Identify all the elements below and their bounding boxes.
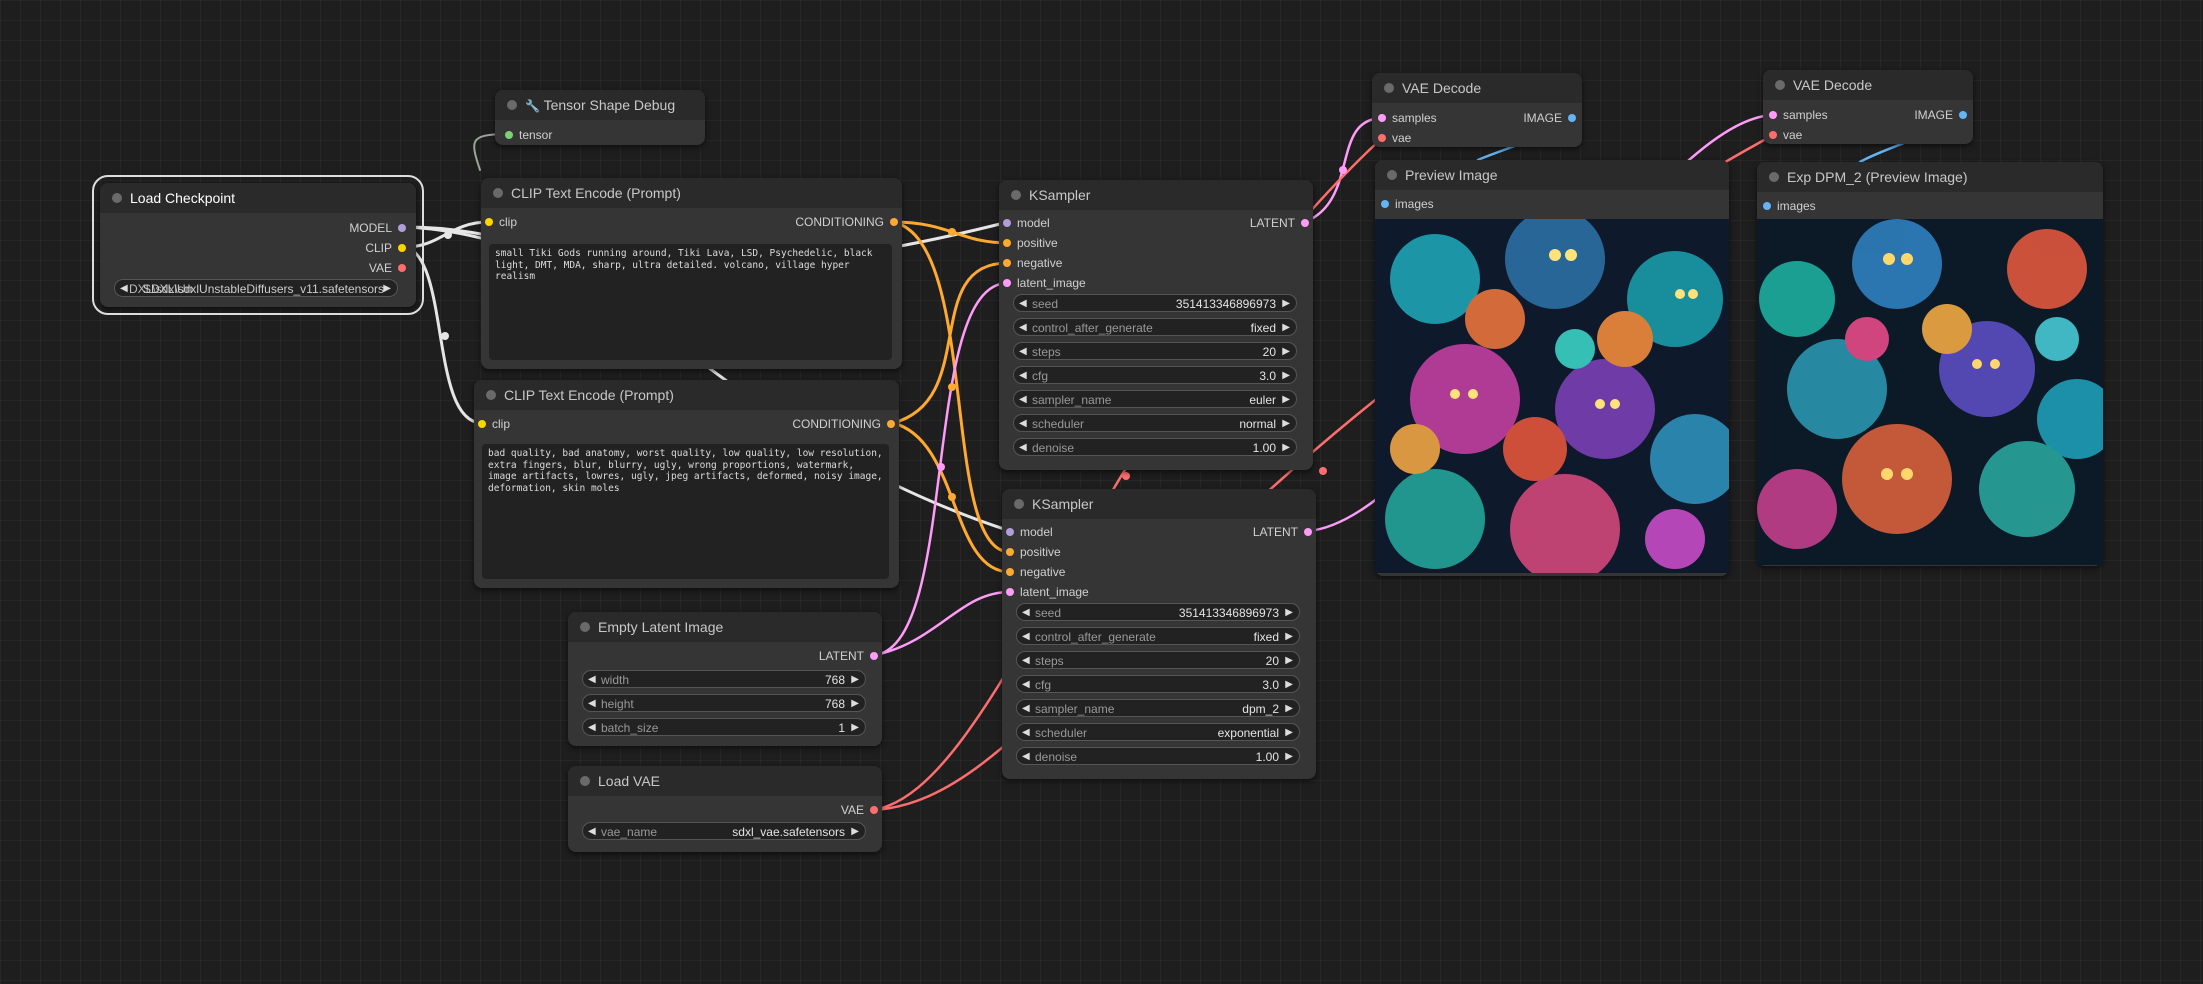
steps-widget[interactable]: ◀ steps 20 ▶	[1016, 651, 1300, 669]
sampler-name-widget[interactable]: ◀ sampler_name dpm_2 ▶	[1016, 699, 1300, 717]
collapse-dot-icon[interactable]	[1384, 83, 1394, 93]
ksampler-node-2[interactable]: KSampler model positive negative latent_…	[1002, 489, 1316, 779]
collapse-dot-icon[interactable]	[493, 188, 503, 198]
wrench-icon: 🔧	[525, 99, 540, 113]
collapse-dot-icon[interactable]	[1769, 172, 1779, 182]
input-tensor[interactable]: tensor	[505, 128, 552, 142]
ksampler-node-1[interactable]: KSampler model positive negative latent_…	[999, 180, 1313, 470]
tensor-debug-node[interactable]: 🔧 Tensor Shape Debug tensor	[495, 90, 705, 145]
wire-clip-pos	[404, 220, 491, 249]
wire-clip-neg	[404, 245, 484, 425]
batch-size-widget[interactable]: ◀ batch_size 1 ▶	[582, 718, 866, 736]
node-title: VAE Decode	[1372, 73, 1582, 103]
wire-pos-k1	[891, 220, 1010, 245]
output-conditioning[interactable]: CONDITIONING	[795, 215, 898, 229]
input-latent-image[interactable]: latent_image	[1003, 276, 1086, 290]
output-latent[interactable]: LATENT	[1250, 216, 1309, 230]
output-vae[interactable]: VAE	[841, 803, 878, 817]
node-title: 🔧 Tensor Shape Debug	[495, 90, 705, 120]
output-latent[interactable]: LATENT	[1253, 525, 1312, 539]
input-model[interactable]: model	[1003, 216, 1050, 230]
input-negative[interactable]: negative	[1003, 256, 1062, 270]
collapse-dot-icon[interactable]	[486, 390, 496, 400]
output-image[interactable]: IMAGE	[1914, 108, 1967, 122]
input-samples[interactable]: samples	[1378, 111, 1437, 125]
node-title: KSampler	[1002, 489, 1316, 519]
preview-image[interactable]	[1375, 219, 1729, 573]
output-latent[interactable]: LATENT	[819, 649, 878, 663]
collapse-dot-icon[interactable]	[580, 776, 590, 786]
node-title: KSampler	[999, 180, 1313, 210]
output-conditioning[interactable]: CONDITIONING	[792, 417, 895, 431]
input-clip[interactable]: clip	[478, 417, 510, 431]
clip-text-encode-positive-node[interactable]: CLIP Text Encode (Prompt) clip CONDITION…	[481, 178, 902, 369]
input-images[interactable]: images	[1381, 197, 1434, 211]
collapse-dot-icon[interactable]	[1775, 80, 1785, 90]
scheduler-widget[interactable]: ◀ scheduler exponential ▶	[1016, 723, 1300, 741]
empty-latent-image-node[interactable]: Empty Latent Image LATENT ◀ width 768 ▶ ◀ he…	[568, 612, 882, 746]
output-clip[interactable]: CLIP	[365, 241, 406, 255]
input-images[interactable]: images	[1763, 199, 1816, 213]
prompt-textarea[interactable]: bad quality, bad anatomy, worst quality,…	[482, 444, 889, 579]
prompt-textarea[interactable]: small Tiki Gods running around, Tiki Lav…	[489, 244, 892, 360]
preview-image-node-1[interactable]: Preview Image images	[1375, 160, 1729, 576]
arrow-right-icon[interactable]: ▶	[383, 280, 391, 298]
scheduler-widget[interactable]: ◀ scheduler normal ▶	[1013, 414, 1297, 432]
vae-decode-node-2[interactable]: VAE Decode samples vae IMAGE	[1763, 70, 1973, 144]
seed-widget[interactable]: ◀ seed 351413346896973 ▶	[1016, 603, 1300, 621]
height-widget[interactable]: ◀ height 768 ▶	[582, 694, 866, 712]
collapse-dot-icon[interactable]	[112, 193, 122, 203]
output-model[interactable]: MODEL	[349, 221, 406, 235]
input-model[interactable]: model	[1006, 525, 1053, 539]
input-clip[interactable]: clip	[485, 215, 517, 229]
wire-neg-k1	[891, 261, 1010, 425]
steps-widget[interactable]: ◀ steps 20 ▶	[1013, 342, 1297, 360]
load-vae-node[interactable]: Load VAE VAE ◀ vae_name sdxl_vae.safetenso…	[568, 766, 882, 852]
control-after-generate-widget[interactable]: ◀ control_after_generate fixed ▶	[1016, 627, 1300, 645]
node-title: Load VAE	[568, 766, 882, 796]
node-title: Exp DPM_2 (Preview Image)	[1757, 162, 2103, 192]
input-samples[interactable]: samples	[1769, 108, 1828, 122]
input-latent-image[interactable]: latent_image	[1006, 585, 1089, 599]
tiki-art-image	[1757, 219, 2103, 565]
wire-pos-k2	[891, 220, 1012, 554]
wire-latent-k2	[874, 590, 1012, 657]
preview-image-node-2[interactable]: Exp DPM_2 (Preview Image) images	[1757, 162, 2103, 566]
input-vae[interactable]: vae	[1378, 131, 1411, 145]
denoise-widget[interactable]: ◀ denoise 1.00 ▶	[1013, 438, 1297, 456]
arrow-left-icon[interactable]: ◀	[120, 280, 128, 298]
input-vae[interactable]: vae	[1769, 128, 1802, 142]
input-positive[interactable]: positive	[1006, 545, 1061, 559]
denoise-widget[interactable]: ◀ denoise 1.00 ▶	[1016, 747, 1300, 765]
output-vae[interactable]: VAE	[369, 261, 406, 275]
cfg-widget[interactable]: ◀ cfg 3.0 ▶	[1016, 675, 1300, 693]
node-title: Empty Latent Image	[568, 612, 882, 642]
node-title: CLIP Text Encode (Prompt)	[474, 380, 899, 410]
collapse-dot-icon[interactable]	[1011, 190, 1021, 200]
input-positive[interactable]: positive	[1003, 236, 1058, 250]
node-title: Load Checkpoint	[100, 183, 416, 213]
control-after-generate-widget[interactable]: ◀ control_after_generate fixed ▶	[1013, 318, 1297, 336]
vae-decode-node-1[interactable]: VAE Decode samples vae IMAGE	[1372, 73, 1582, 147]
collapse-dot-icon[interactable]	[1387, 170, 1397, 180]
collapse-dot-icon[interactable]	[507, 100, 517, 110]
seed-widget[interactable]: ◀ seed 351413346896973 ▶	[1013, 294, 1297, 312]
preview-image[interactable]	[1757, 219, 2103, 565]
vae-name-combo[interactable]: ◀ vae_name sdxl_vae.safetensors ▶	[582, 822, 866, 840]
sampler-name-widget[interactable]: ◀ sampler_name euler ▶	[1013, 390, 1297, 408]
load-checkpoint-node[interactable]: Load Checkpoint MODEL CLIP VAE ◀ DXL\sdx…	[92, 175, 424, 315]
ckpt-name-combo[interactable]: ◀ DXL\sdxlUn SDXL\sdxlUnstableDiffusers_…	[114, 279, 398, 297]
tiki-art-image	[1375, 219, 1729, 573]
output-image[interactable]: IMAGE	[1523, 111, 1576, 125]
wire-neg-k2	[891, 421, 1012, 574]
width-widget[interactable]: ◀ width 768 ▶	[582, 670, 866, 688]
node-title: VAE Decode	[1763, 70, 1973, 100]
cfg-widget[interactable]: ◀ cfg 3.0 ▶	[1013, 366, 1297, 384]
node-title: CLIP Text Encode (Prompt)	[481, 178, 902, 208]
input-negative[interactable]: negative	[1006, 565, 1065, 579]
clip-text-encode-negative-node[interactable]: CLIP Text Encode (Prompt) clip CONDITION…	[474, 380, 899, 588]
collapse-dot-icon[interactable]	[580, 622, 590, 632]
node-title: Preview Image	[1375, 160, 1729, 190]
collapse-dot-icon[interactable]	[1014, 499, 1024, 509]
